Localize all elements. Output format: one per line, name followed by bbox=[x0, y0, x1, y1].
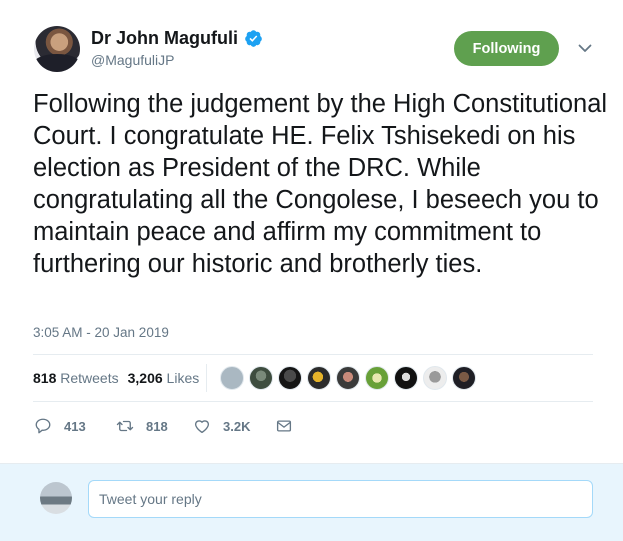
liker-avatar[interactable] bbox=[307, 366, 331, 390]
liker-avatar[interactable] bbox=[249, 366, 273, 390]
tweet-card: Dr John Magufuli @MagufuliJP Following F… bbox=[0, 0, 623, 463]
heart-icon bbox=[194, 420, 210, 434]
like-count: 3.2K bbox=[223, 418, 251, 434]
following-button[interactable]: Following bbox=[454, 31, 559, 66]
liker-avatar[interactable] bbox=[452, 366, 476, 390]
retweets-count: 818 bbox=[33, 370, 57, 386]
user-avatar[interactable] bbox=[40, 482, 72, 514]
tweet-timestamp[interactable]: 3:05 AM - 20 Jan 2019 bbox=[33, 325, 169, 340]
reply-button[interactable]: 413 bbox=[34, 415, 86, 437]
author-handle[interactable]: @MagufuliJP bbox=[91, 52, 174, 68]
liker-avatar[interactable] bbox=[394, 366, 418, 390]
tweet-text: Following the judgement by the High Cons… bbox=[33, 90, 608, 278]
direct-message-button[interactable] bbox=[275, 415, 293, 437]
divider bbox=[33, 401, 593, 402]
envelope-icon bbox=[276, 420, 292, 432]
liker-avatar[interactable] bbox=[336, 366, 360, 390]
retweets-stat[interactable]: 818 Retweets bbox=[33, 370, 119, 386]
liker-avatar[interactable] bbox=[423, 366, 447, 390]
retweet-count: 818 bbox=[146, 418, 168, 434]
reply-icon bbox=[35, 418, 51, 434]
reply-composer bbox=[0, 463, 623, 541]
liker-avatars bbox=[220, 366, 476, 390]
liker-avatar[interactable] bbox=[278, 366, 302, 390]
likes-stat[interactable]: 3,206 Likes bbox=[128, 370, 200, 386]
chevron-down-icon[interactable] bbox=[577, 40, 593, 56]
retweet-icon bbox=[116, 420, 134, 432]
likes-label: Likes bbox=[166, 370, 200, 386]
liker-avatar[interactable] bbox=[220, 366, 244, 390]
like-button[interactable]: 3.2K bbox=[193, 415, 250, 437]
author-display-name[interactable]: Dr John Magufuli bbox=[91, 28, 238, 49]
likes-count: 3,206 bbox=[127, 370, 163, 386]
verified-badge-icon bbox=[245, 30, 262, 47]
retweets-label: Retweets bbox=[60, 370, 119, 386]
reply-input[interactable] bbox=[88, 480, 593, 518]
author-avatar[interactable] bbox=[34, 26, 80, 72]
tweet-stats: 818 Retweets 3,206 Likes bbox=[33, 370, 199, 386]
stats-separator bbox=[206, 364, 207, 392]
reply-count: 413 bbox=[64, 418, 86, 434]
retweet-button[interactable]: 818 bbox=[116, 415, 168, 437]
divider bbox=[33, 354, 593, 355]
liker-avatar[interactable] bbox=[365, 366, 389, 390]
